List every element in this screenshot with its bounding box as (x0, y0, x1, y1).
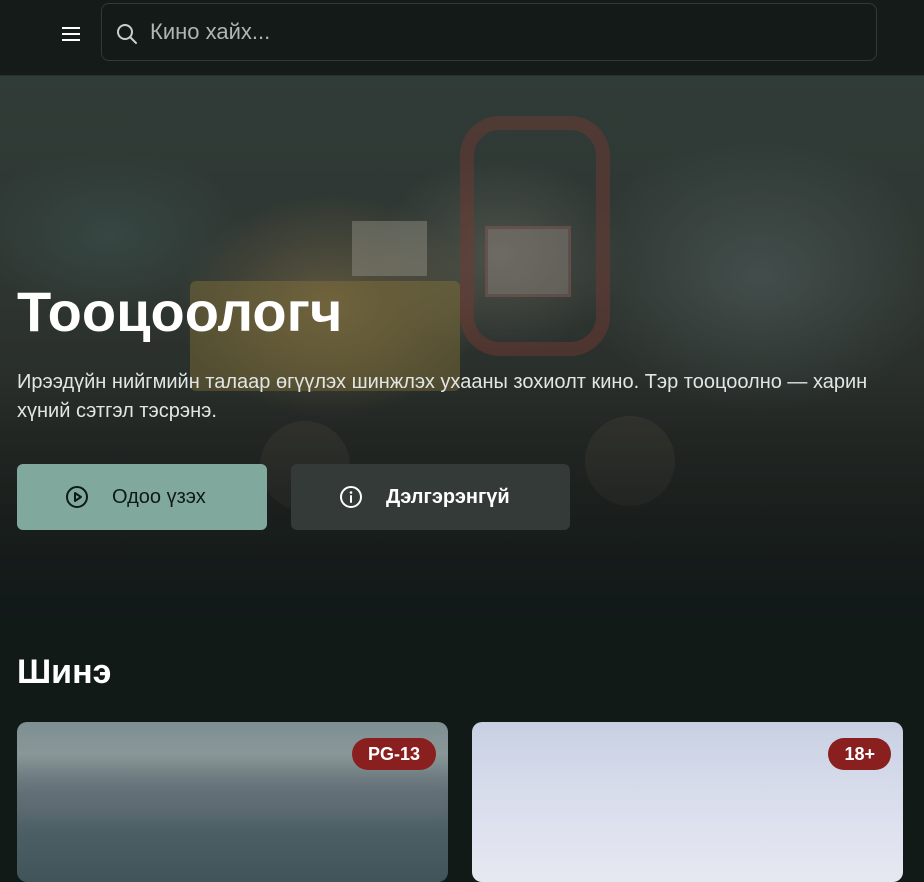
section-title: Шинэ (17, 653, 112, 691)
search-icon (117, 24, 137, 44)
watch-now-button[interactable]: Одоо үзэх (17, 464, 267, 530)
details-label: Дэлгэрэнгүй (386, 485, 510, 508)
search-input[interactable] (150, 4, 850, 60)
details-button[interactable]: Дэлгэрэнгүй (291, 464, 570, 530)
rating-badge: 18+ (828, 738, 891, 770)
hero-description: Ирээдүйн нийгмийн талаар өгүүлэх шинжлэх… (17, 371, 868, 422)
hero-background-image (0, 76, 924, 616)
hero-banner: Тооцоологч Ирээдүйн нийгмийн талаар өгүү… (0, 76, 924, 616)
menu-button[interactable] (58, 22, 84, 46)
movie-card[interactable]: PG-13 (17, 722, 448, 882)
rating-badge: PG-13 (351, 738, 436, 770)
top-bar (0, 0, 924, 76)
movie-card[interactable]: 18+ (472, 722, 903, 882)
menu-icon (62, 27, 80, 41)
watch-now-label: Одоо үзэх (112, 485, 206, 508)
search-box (101, 3, 877, 61)
info-circle-icon (339, 485, 363, 509)
play-circle-icon (65, 485, 89, 509)
hero-title: Тооцоологч (17, 280, 343, 343)
